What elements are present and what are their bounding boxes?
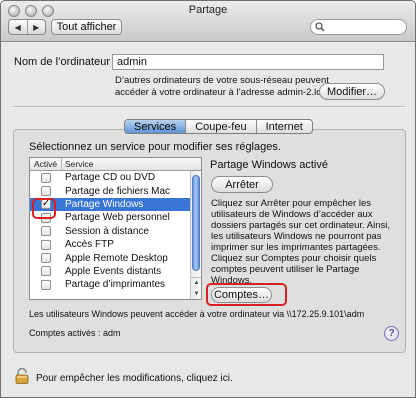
accounts-description-line: Cliquez sur Comptes pour choisir quels bbox=[211, 253, 377, 264]
service-label: Partage d’imprimantes bbox=[65, 279, 166, 291]
list-header: Activé Service bbox=[30, 158, 201, 171]
show-all-label: Tout afficher bbox=[56, 21, 117, 33]
lock-message: Pour empêcher les modifications, cliquez… bbox=[36, 373, 233, 384]
stop-description-line: utilisateurs de Windows d’accéder aux bbox=[211, 209, 373, 220]
service-row[interactable]: Accès FTP bbox=[30, 238, 201, 251]
section-divider bbox=[13, 106, 405, 108]
stop-description-line: imprimer sur les imprimantes partagées. bbox=[211, 242, 381, 253]
services-rows: Partage CD ou DVD Partage de fichiers Mac… bbox=[30, 171, 201, 292]
stop-description-line: Cliquez sur Arrêter pour empêcher les bbox=[211, 198, 371, 209]
computer-name-label: Nom de l’ordinateur : bbox=[14, 56, 117, 68]
service-label: Partage Windows bbox=[65, 198, 144, 210]
service-row[interactable]: Partage d’imprimantes bbox=[30, 278, 201, 291]
show-all-button[interactable]: Tout afficher bbox=[51, 19, 122, 35]
services-prompt: Sélectionnez un service pour modifier se… bbox=[29, 141, 281, 153]
search-icon bbox=[315, 22, 325, 32]
title-bar: Partage ◀ ▶ Tout afficher bbox=[1, 1, 415, 42]
forward-arrow-icon[interactable]: ▶ bbox=[26, 20, 46, 34]
checkbox-cell bbox=[30, 266, 62, 277]
accounts-description-line: comptes peuvent utiliser le Partage bbox=[211, 264, 360, 275]
service-checkbox[interactable] bbox=[41, 279, 51, 290]
computer-name-field[interactable]: admin bbox=[112, 54, 384, 70]
checkbox-cell bbox=[30, 186, 62, 197]
edit-name-button[interactable]: Modifier… bbox=[319, 83, 385, 100]
column-header-on[interactable]: Activé bbox=[30, 158, 62, 170]
tab-services-label: Services bbox=[134, 120, 177, 133]
help-icon: ? bbox=[388, 328, 395, 339]
scroll-arrows[interactable]: ▲ ▼ bbox=[191, 277, 201, 299]
accounts-button[interactable]: Comptes… bbox=[211, 287, 272, 303]
tab-internet-label: Internet bbox=[265, 120, 303, 133]
edit-name-label: Modifier… bbox=[326, 85, 378, 98]
scrollbar-thumb[interactable] bbox=[192, 175, 200, 271]
service-status: Partage Windows activé bbox=[210, 159, 328, 171]
network-info-line-2: accéder à votre ordinateur à l’adresse a… bbox=[115, 87, 334, 98]
services-list: Activé Service Partage CD ou DVD Partage … bbox=[29, 157, 202, 300]
scroll-up-icon[interactable]: ▲ bbox=[191, 278, 201, 289]
stop-description-line: dossiers partagés sur cet ordinateur. Ai… bbox=[211, 220, 391, 231]
service-checkbox[interactable] bbox=[41, 226, 51, 237]
stop-button[interactable]: Arrêter bbox=[211, 176, 273, 193]
accounts-description: Cliquez sur Comptes pour choisir quels co… bbox=[211, 253, 376, 286]
lock-icon[interactable] bbox=[15, 368, 29, 384]
service-checkbox[interactable] bbox=[41, 239, 51, 250]
service-row[interactable]: Apple Remote Desktop bbox=[30, 251, 201, 264]
checkbox-highlight-annotation bbox=[32, 198, 56, 219]
tab-bar: Services Coupe-feu Internet bbox=[124, 119, 313, 134]
service-label: Apple Remote Desktop bbox=[65, 252, 168, 264]
column-header-service[interactable]: Service bbox=[62, 158, 93, 170]
service-row[interactable]: Partage de fichiers Mac bbox=[30, 184, 201, 197]
service-checkbox[interactable] bbox=[41, 186, 51, 197]
service-row[interactable]: Partage CD ou DVD bbox=[30, 171, 201, 184]
service-label: Accès FTP bbox=[65, 239, 114, 251]
windows-access-path: Les utilisateurs Windows peuvent accéder… bbox=[29, 309, 365, 319]
list-scrollbar[interactable]: ▲ ▼ bbox=[190, 171, 201, 299]
checkbox-cell bbox=[30, 279, 62, 290]
scroll-down-icon[interactable]: ▼ bbox=[191, 289, 201, 299]
stop-description: Cliquez sur Arrêter pour empêcher les uti… bbox=[211, 198, 390, 253]
tab-firewall[interactable]: Coupe-feu bbox=[185, 120, 255, 133]
stop-button-label: Arrêter bbox=[225, 178, 259, 191]
accounts-button-label: Comptes… bbox=[213, 289, 270, 301]
service-checkbox[interactable] bbox=[41, 253, 51, 264]
service-checkbox[interactable] bbox=[41, 172, 51, 183]
service-row[interactable]: Session à distance bbox=[30, 225, 201, 238]
back-arrow-icon[interactable]: ◀ bbox=[9, 20, 27, 34]
preferences-window: Partage ◀ ▶ Tout afficher Nom de l’ordin… bbox=[0, 0, 416, 398]
checkbox-cell bbox=[30, 226, 62, 237]
network-info-line-1: D’autres ordinateurs de votre sous-résea… bbox=[115, 75, 329, 86]
service-label: Partage CD ou DVD bbox=[65, 172, 156, 184]
service-label: Partage de fichiers Mac bbox=[65, 185, 171, 197]
window-title: Partage bbox=[188, 4, 228, 16]
service-row[interactable]: Apple Events distants bbox=[30, 265, 201, 278]
checkbox-cell bbox=[30, 239, 62, 250]
tab-services[interactable]: Services bbox=[125, 120, 186, 133]
checkbox-cell bbox=[30, 253, 62, 264]
service-label: Apple Events distants bbox=[65, 265, 162, 277]
service-label: Session à distance bbox=[65, 225, 149, 237]
search-field[interactable] bbox=[310, 19, 407, 35]
service-checkbox[interactable] bbox=[41, 266, 51, 277]
help-button[interactable]: ? bbox=[384, 326, 399, 341]
enabled-accounts: Comptes activés : adm bbox=[29, 328, 121, 338]
stop-description-line: les utilisateurs Windows ne pourront pas bbox=[211, 231, 382, 242]
back-forward-control: ◀ ▶ bbox=[8, 19, 46, 35]
service-label: Partage Web personnel bbox=[65, 212, 170, 224]
checkbox-cell bbox=[30, 172, 62, 183]
tab-internet[interactable]: Internet bbox=[255, 120, 312, 133]
tab-firewall-label: Coupe-feu bbox=[195, 120, 247, 133]
